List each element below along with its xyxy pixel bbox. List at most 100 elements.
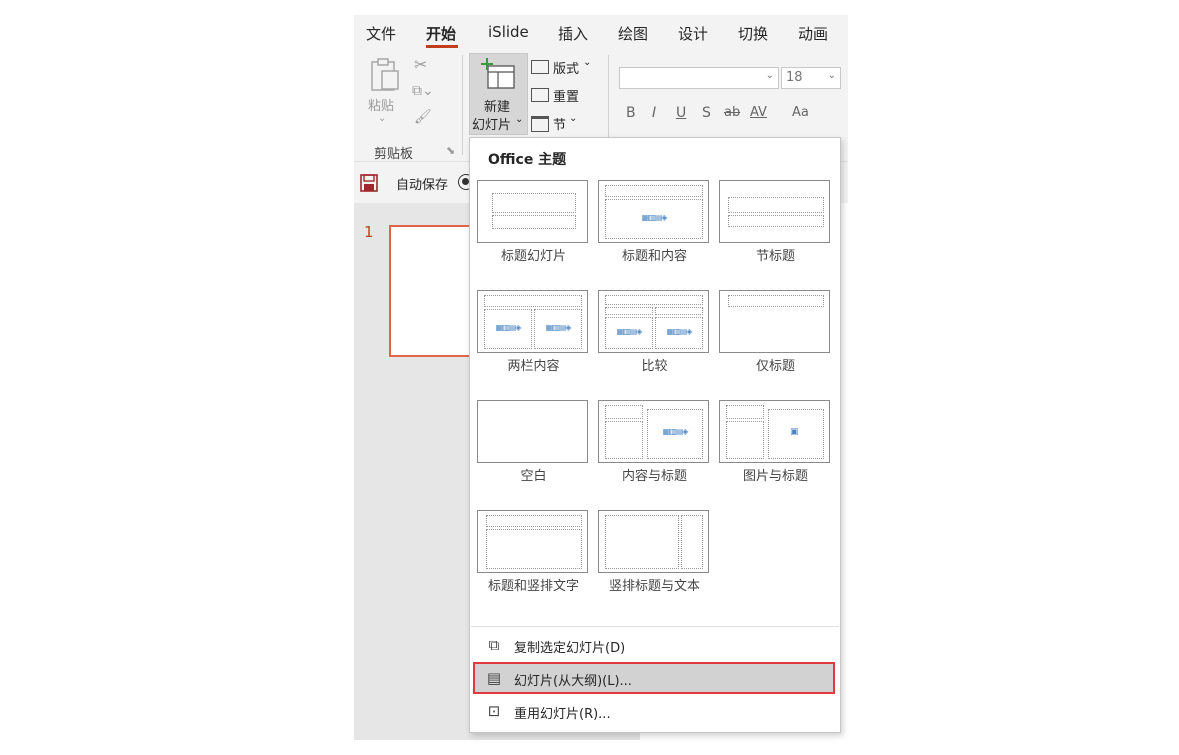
- layout-comparison[interactable]: ▦▥▤◈ ▦▥▤◈ 比较: [598, 290, 711, 374]
- change-case-button[interactable]: Aa: [792, 105, 809, 120]
- tab-home[interactable]: 开始: [426, 23, 456, 44]
- tab-design[interactable]: 设计: [678, 23, 708, 44]
- character-spacing-button[interactable]: AV: [750, 105, 767, 120]
- placeholder: [605, 421, 643, 459]
- placeholder: [728, 197, 824, 213]
- picture-icon: ▣: [790, 427, 799, 437]
- placeholder: [605, 295, 703, 305]
- italic-button[interactable]: I: [652, 105, 656, 121]
- layout-preview: [719, 290, 830, 353]
- dialog-launcher-icon[interactable]: ⬊: [446, 144, 455, 157]
- reuse-slide-icon: ⊡: [487, 702, 501, 720]
- save-icon[interactable]: [360, 174, 378, 192]
- placeholder: [655, 307, 703, 315]
- chevron-down-icon: ⌄: [378, 113, 387, 124]
- layout-label: 竖排标题与文本: [608, 579, 700, 594]
- new-slide-icon: [481, 58, 515, 89]
- bold-button[interactable]: B: [626, 105, 636, 121]
- active-tab-indicator: [426, 45, 458, 48]
- layout-label: 比较: [641, 359, 668, 374]
- copy-icon[interactable]: ⧉⌄: [412, 83, 434, 99]
- paste-button[interactable]: 粘贴 ⌄: [366, 57, 402, 127]
- layout-picture-with-caption[interactable]: ▣ 图片与标题: [719, 400, 832, 484]
- slides-from-outline-item[interactable]: ▤ 幻灯片(从大纲)(L)...: [473, 662, 835, 694]
- duplicate-slide-icon: ⧉: [488, 636, 500, 654]
- placeholder: [486, 529, 582, 569]
- layout-title-only[interactable]: 仅标题: [719, 290, 832, 374]
- layout-icon: [531, 60, 549, 74]
- tab-islide[interactable]: iSlide: [488, 23, 529, 41]
- content-icons: ▦▥▤◈: [662, 427, 689, 436]
- clipboard-icon: [371, 58, 399, 91]
- layout-title-vertical-text[interactable]: 标题和竖排文字: [477, 510, 590, 594]
- layout-title-content[interactable]: ▦▥▤◈ 标题和内容: [598, 180, 711, 264]
- font-name-combo[interactable]: ⌄: [619, 67, 779, 89]
- layout-title-slide[interactable]: 标题幻灯片: [477, 180, 590, 264]
- placeholder: [726, 405, 764, 419]
- content-icons: ▦▥▤◈: [641, 213, 668, 222]
- cut-icon[interactable]: ✂: [414, 55, 427, 74]
- tab-draw[interactable]: 绘图: [618, 23, 648, 44]
- section-icon: [531, 116, 549, 132]
- layout-section-header[interactable]: 节标题: [719, 180, 832, 264]
- toggle-knob: [462, 178, 469, 185]
- layout-preview: ▦▥▤◈ ▦▥▤◈: [598, 290, 709, 353]
- placeholder: [492, 215, 576, 229]
- layout-preview: [477, 180, 588, 243]
- layout-blank[interactable]: 空白: [477, 400, 590, 484]
- shadow-button[interactable]: S: [702, 105, 711, 121]
- layout-label: 仅标题: [755, 359, 795, 374]
- tab-transitions[interactable]: 切换: [738, 23, 768, 44]
- layout-content-with-caption[interactable]: ▦▥▤◈ 内容与标题: [598, 400, 711, 484]
- chevron-down-icon: ⌄: [515, 114, 524, 125]
- layout-preview: [719, 180, 830, 243]
- new-slide-dropdown: Office 主题 标题幻灯片 ▦▥▤◈ 标题和内容 节标题 ▦▥▤◈ ▦▥▤◈: [469, 137, 841, 733]
- tab-animations[interactable]: 动画: [798, 23, 828, 44]
- section-label: 节: [553, 118, 567, 133]
- format-painter-icon[interactable]: 🖌: [414, 109, 432, 125]
- layout-preview: ▣: [719, 400, 830, 463]
- menu-item-label: 复制选定幻灯片(D): [514, 641, 626, 656]
- layout-preview: [477, 510, 588, 573]
- layout-label: 两栏内容: [507, 359, 560, 374]
- new-slide-label-2: 幻灯片: [472, 118, 512, 133]
- layout-preview: [598, 510, 709, 573]
- content-icons: ▦▥▤◈: [666, 327, 693, 336]
- section-button[interactable]: 节 ⌄: [531, 113, 601, 135]
- ribbon-tabs: 文件 开始 iSlide 插入 绘图 设计 切换 动画: [354, 15, 848, 51]
- menu-divider: [471, 626, 839, 627]
- placeholder: [681, 515, 703, 569]
- layout-vertical-title-text[interactable]: 竖排标题与文本: [598, 510, 711, 594]
- placeholder: [605, 307, 653, 315]
- placeholder: [605, 515, 679, 569]
- duplicate-slides-item[interactable]: ⧉ 复制选定幻灯片(D): [473, 629, 835, 661]
- strikethrough-button[interactable]: ab: [724, 105, 740, 120]
- underline-button[interactable]: U: [676, 105, 686, 121]
- placeholder: [728, 215, 824, 227]
- slide-number: 1: [364, 223, 374, 241]
- layout-button[interactable]: 版式 ⌄: [531, 57, 601, 79]
- layout-label: 标题幻灯片: [500, 249, 566, 264]
- placeholder: [486, 515, 582, 527]
- new-slide-button[interactable]: 新建 幻灯片 ⌄: [469, 53, 528, 135]
- layout-label: 节标题: [755, 249, 795, 264]
- outline-document-icon: ▤: [486, 669, 502, 687]
- layout-preview: ▦▥▤◈: [598, 400, 709, 463]
- tab-insert[interactable]: 插入: [558, 23, 588, 44]
- font-size-value: 18: [786, 70, 803, 85]
- placeholder: [728, 295, 824, 307]
- placeholder: [484, 295, 582, 307]
- tab-file[interactable]: 文件: [366, 23, 396, 44]
- font-size-combo[interactable]: 18 ⌄: [781, 67, 841, 89]
- reset-icon: [531, 88, 549, 102]
- layout-two-content[interactable]: ▦▥▤◈ ▦▥▤◈ 两栏内容: [477, 290, 590, 374]
- chevron-down-icon: ⌄: [583, 57, 592, 68]
- chevron-down-icon: ⌄: [569, 113, 578, 124]
- clipboard-group-label: 剪贴板: [374, 147, 414, 162]
- reset-label: 重置: [553, 90, 580, 105]
- reuse-slides-item[interactable]: ⊡ 重用幻灯片(R)...: [473, 695, 835, 727]
- layout-label: 标题和内容: [621, 249, 687, 264]
- layout-preview: ▦▥▤◈ ▦▥▤◈: [477, 290, 588, 353]
- reset-button[interactable]: 重置: [531, 85, 601, 107]
- paste-label: 粘贴: [368, 99, 395, 114]
